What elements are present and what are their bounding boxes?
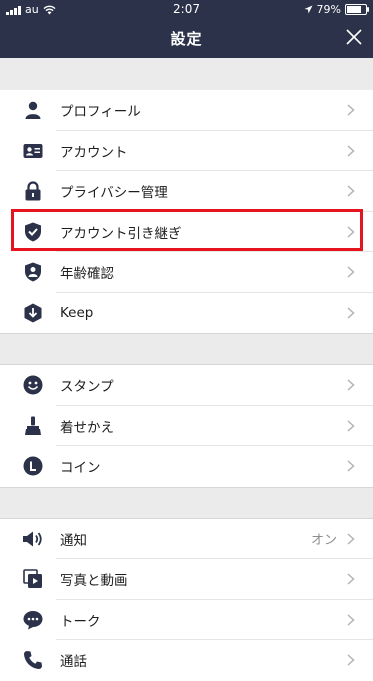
smiley-icon [22, 374, 44, 396]
settings-group: スタンプ 着せかえ コイン [0, 365, 373, 487]
settings-item-label: 通話 [60, 654, 87, 671]
settings-list: プロフィール アカウント プライバシー管理 アカウント引き継ぎ 年齢確認 Kee… [0, 58, 373, 681]
settings-item-chat[interactable]: トーク [0, 600, 373, 640]
settings-item-brush[interactable]: 着せかえ [0, 406, 373, 446]
speaker-icon [22, 528, 44, 550]
settings-item-label: プライバシー管理 [60, 185, 168, 202]
chevron-right-icon [347, 614, 355, 626]
section-spacer [0, 486, 373, 519]
battery-icon [345, 4, 369, 15]
settings-item-photo-video[interactable]: 写真と動画 [0, 559, 373, 600]
chevron-right-icon [347, 379, 355, 391]
shield-person-icon [22, 261, 44, 283]
settings-item-label: スタンプ [60, 379, 114, 396]
settings-item-shield-person[interactable]: 年齢確認 [0, 252, 373, 293]
chevron-right-icon [347, 104, 355, 116]
settings-item-value: オン [310, 533, 337, 549]
settings-item-smiley[interactable]: スタンプ [0, 365, 373, 406]
settings-item-phone[interactable]: 通話 [0, 640, 373, 681]
chevron-right-icon [347, 307, 355, 319]
settings-item-shield-check[interactable]: アカウント引き継ぎ [0, 212, 373, 252]
chevron-right-icon [347, 266, 355, 278]
settings-item-id-card[interactable]: アカウント [0, 131, 373, 171]
header: au 2:07 79% 設定 [0, 0, 373, 58]
chat-icon [22, 609, 44, 631]
section-spacer [0, 58, 373, 90]
settings-item-coin[interactable]: コイン [0, 446, 373, 487]
brush-icon [22, 415, 44, 437]
settings-item-person[interactable]: プロフィール [0, 90, 373, 131]
chevron-right-icon [347, 460, 355, 472]
page-title: 設定 [170, 30, 203, 48]
settings-group: プロフィール アカウント プライバシー管理 アカウント引き継ぎ 年齢確認 Kee… [0, 90, 373, 333]
settings-item-speaker[interactable]: 通知 オン [0, 519, 373, 559]
chevron-right-icon [347, 185, 355, 197]
id-card-icon [22, 140, 44, 162]
chevron-right-icon [347, 654, 355, 666]
photo-video-icon [22, 568, 44, 590]
chevron-right-icon [347, 533, 355, 545]
section-spacer [0, 333, 373, 365]
settings-item-label: コイン [60, 460, 101, 477]
coin-icon [22, 455, 44, 477]
close-icon[interactable] [345, 28, 363, 46]
settings-item-label: アカウント [60, 144, 128, 161]
settings-item-label: 着せかえ [60, 419, 114, 436]
settings-item-label: 年齢確認 [60, 266, 114, 283]
settings-item-label: アカウント引き継ぎ [60, 225, 182, 242]
chevron-right-icon [347, 145, 355, 157]
settings-item-keep[interactable]: Keep [0, 293, 373, 334]
settings-item-label: 写真と動画 [60, 573, 128, 590]
phone-icon [22, 649, 44, 671]
chevron-right-icon [347, 420, 355, 432]
shield-check-icon [22, 221, 44, 243]
settings-item-label: プロフィール [60, 104, 141, 121]
settings-group: 通知 オン 写真と動画 トーク 通話 [0, 518, 373, 681]
settings-item-label: トーク [60, 613, 101, 630]
settings-item-lock[interactable]: プライバシー管理 [0, 171, 373, 212]
person-icon [22, 99, 44, 121]
status-bar: au 2:07 79% [0, 0, 373, 18]
settings-item-label: 通知 [60, 532, 87, 549]
lock-icon [22, 180, 44, 202]
chevron-right-icon [347, 226, 355, 238]
settings-item-label: Keep [60, 304, 94, 321]
location-arrow-icon [304, 5, 313, 14]
keep-icon [22, 302, 44, 324]
battery-percent: 79% [316, 3, 341, 16]
chevron-right-icon [347, 573, 355, 585]
